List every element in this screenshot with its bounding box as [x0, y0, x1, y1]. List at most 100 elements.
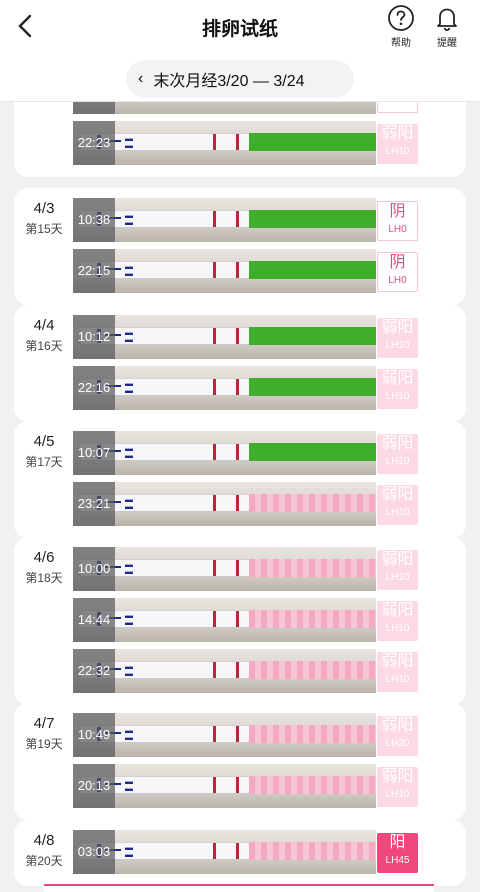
lh-value: LH10 — [385, 340, 410, 351]
test-line — [236, 495, 239, 511]
day-date: 4/6 — [33, 549, 55, 566]
control-line — [213, 211, 216, 227]
cycle-day: 第20天 — [25, 854, 63, 868]
test-row[interactable]: ▬ ▬ 10:00 弱阳 LH10 — [73, 547, 418, 591]
day-date: 4/4 — [33, 317, 55, 334]
result-badge[interactable]: 阴 LH0 — [377, 252, 418, 292]
control-line — [213, 726, 216, 742]
result-badge[interactable]: 弱阳 LH10 — [377, 124, 418, 164]
max-mark: ▬▬ — [125, 262, 133, 278]
test-row[interactable]: ▬ ▬ 10:38 阴 LH0 — [73, 198, 418, 242]
period-range-text: 末次月经3/20 — 3/24 — [153, 73, 305, 90]
test-row[interactable]: ▬ ▬ 14:44 弱阳 LH10 — [73, 598, 418, 642]
test-row[interactable]: ▬ ▬ 22:15 阴 LH0 — [73, 249, 418, 293]
day-label: 4/8 第20天 — [14, 832, 74, 869]
period-selector[interactable]: ‹ 末次月经3/20 — 3/24 — [126, 60, 354, 98]
test-strip-photo[interactable]: ▬ ▬ 22:16 — [73, 366, 376, 410]
lh-value: LH10 — [385, 789, 410, 800]
control-line — [213, 777, 216, 793]
test-row[interactable]: ▬ ▬ 20:13 弱阳 LH10 — [73, 764, 418, 808]
test-row[interactable]: ▬ ▬ 22:32 弱阳 LH10 — [73, 649, 418, 693]
result-badge[interactable]: 弱阳 LH10 — [377, 369, 418, 409]
test-strip-photo[interactable]: ▬ ▬ 03:03 — [73, 830, 376, 874]
control-line — [213, 662, 216, 678]
test-row[interactable]: ▬ ▬ 23:21 弱阳 LH10 — [73, 482, 418, 526]
control-line — [213, 262, 216, 278]
day-card: 4/4 第16天 ▬ ▬ 10:12 弱阳 LH10 ▬ ▬ 22:16 弱阳 LH10 — [14, 305, 466, 422]
test-strip-photo[interactable]: ▬ ▬ 10:49 — [73, 713, 376, 757]
day-label: 4/3 第15天 — [14, 200, 74, 237]
test-strip-photo[interactable]: ▬ ▬ 20:13 — [73, 764, 376, 808]
strip-wrapper — [249, 661, 376, 679]
result-label: 弱阳 — [381, 319, 414, 336]
lh-value: LH10 — [385, 391, 410, 402]
result-badge[interactable]: 弱阳 LH10 — [377, 652, 418, 692]
result-badge[interactable]: 弱阳 LH10 — [377, 318, 418, 358]
day-date: 4/5 — [33, 433, 55, 450]
strip-wrapper — [249, 133, 376, 151]
test-time: 10:07 — [73, 431, 115, 475]
result-badge[interactable]: 弱阳 LH10 — [377, 767, 418, 807]
test-time: 22:23 — [73, 121, 115, 165]
result-badge[interactable]: 弱阳 LH10 — [377, 601, 418, 641]
test-strip-photo[interactable]: ▬ ▬ 22:32 — [73, 649, 376, 693]
test-time: 22:16 — [73, 366, 115, 410]
max-mark: ▬▬ — [125, 560, 133, 576]
cycle-day: 第19天 — [25, 737, 63, 751]
test-row[interactable]: ▬ ▬ 03:03 阳 LH45 — [73, 830, 418, 874]
help-button[interactable]: 帮助 — [381, 4, 421, 49]
result-label: 弱阳 — [381, 717, 414, 734]
result-badge[interactable]: 阳 LH45 — [377, 833, 418, 873]
test-strip-photo[interactable]: ▬ ▬ 22:15 — [73, 249, 376, 293]
lh-value: LH0 — [388, 275, 407, 286]
result-label: 弱阳 — [381, 602, 414, 619]
result-badge[interactable]: 弱阳 LH20 — [377, 716, 418, 756]
result-label: 阴 — [389, 254, 406, 271]
test-line — [236, 560, 239, 576]
result-label: 弱阳 — [381, 435, 414, 452]
cycle-day: 第18天 — [25, 571, 63, 585]
strip-wrapper — [249, 842, 376, 860]
test-strip-photo[interactable]: ▬ ▬ 10:38 — [73, 198, 376, 242]
day-date: 4/3 — [33, 200, 55, 217]
reminder-button[interactable]: 提醒 — [427, 4, 467, 49]
test-strip-photo[interactable]: ▬▬ 10:07 — [73, 431, 376, 475]
test-line — [236, 444, 239, 460]
strip-wrapper — [249, 776, 376, 794]
test-row[interactable]: ▬ ▬ 10:49 弱阳 LH20 — [73, 713, 418, 757]
control-line — [213, 495, 216, 511]
result-badge[interactable]: 弱阳 LH10 — [377, 434, 418, 474]
max-mark: ▬▬ — [125, 662, 133, 678]
result-badge[interactable]: 弱阳 LH10 — [377, 485, 418, 525]
cycle-day: 第16天 — [25, 339, 63, 353]
test-row[interactable]: ▬ ▬ 22:16 弱阳 LH10 — [73, 366, 418, 410]
max-mark: ▬▬ — [125, 777, 133, 793]
test-time: 10:00 — [73, 547, 115, 591]
strip-wrapper — [249, 210, 376, 228]
test-line — [236, 662, 239, 678]
help-label: 帮助 — [391, 38, 411, 49]
control-line — [213, 611, 216, 627]
test-row[interactable]: ▬ ▬ 22:23 弱阳 LH10 — [73, 121, 418, 165]
control-line — [213, 328, 216, 344]
test-strip-photo[interactable]: ▬ ▬ 23:21 — [73, 482, 376, 526]
cycle-day: 第15天 — [25, 222, 63, 236]
max-mark: ▬▬ — [125, 379, 133, 395]
strip-wrapper — [249, 559, 376, 577]
result-label: 弱阳 — [381, 653, 414, 670]
result-badge[interactable]: 弱阳 LH10 — [377, 550, 418, 590]
day-card: 4/5 第17天 ▬ ▬ 10:07 弱阳 LH10 ▬ ▬ 23:21 弱阳 LH10 — [14, 421, 466, 538]
test-strip-photo[interactable]: ▬ ▬ 10:12 — [73, 315, 376, 359]
result-label: 弱阳 — [381, 486, 414, 503]
test-strip-photo[interactable]: ▬ ▬ 14:44 — [73, 598, 376, 642]
test-row[interactable]: ▬ ▬ 10:07 弱阳 LH10 — [73, 431, 418, 475]
result-badge[interactable]: 阴 LH0 — [377, 201, 418, 241]
test-time: 10:38 — [73, 198, 115, 242]
day-card: 4/6 第18天 ▬ ▬ 10:00 弱阳 LH10 ▬ ▬ 14:44 弱阳 LH10 ▬ ▬ 22:32… — [14, 537, 466, 705]
strip-wrapper — [249, 725, 376, 743]
test-row[interactable]: ▬ ▬ 10:12 弱阳 LH10 — [73, 315, 418, 359]
lh-value: LH45 — [385, 855, 410, 866]
test-strip-photo[interactable]: ▬ ▬ 22:23 — [73, 121, 376, 165]
control-line — [213, 444, 216, 460]
test-strip-photo[interactable]: ▬ ▬ 10:00 — [73, 547, 376, 591]
